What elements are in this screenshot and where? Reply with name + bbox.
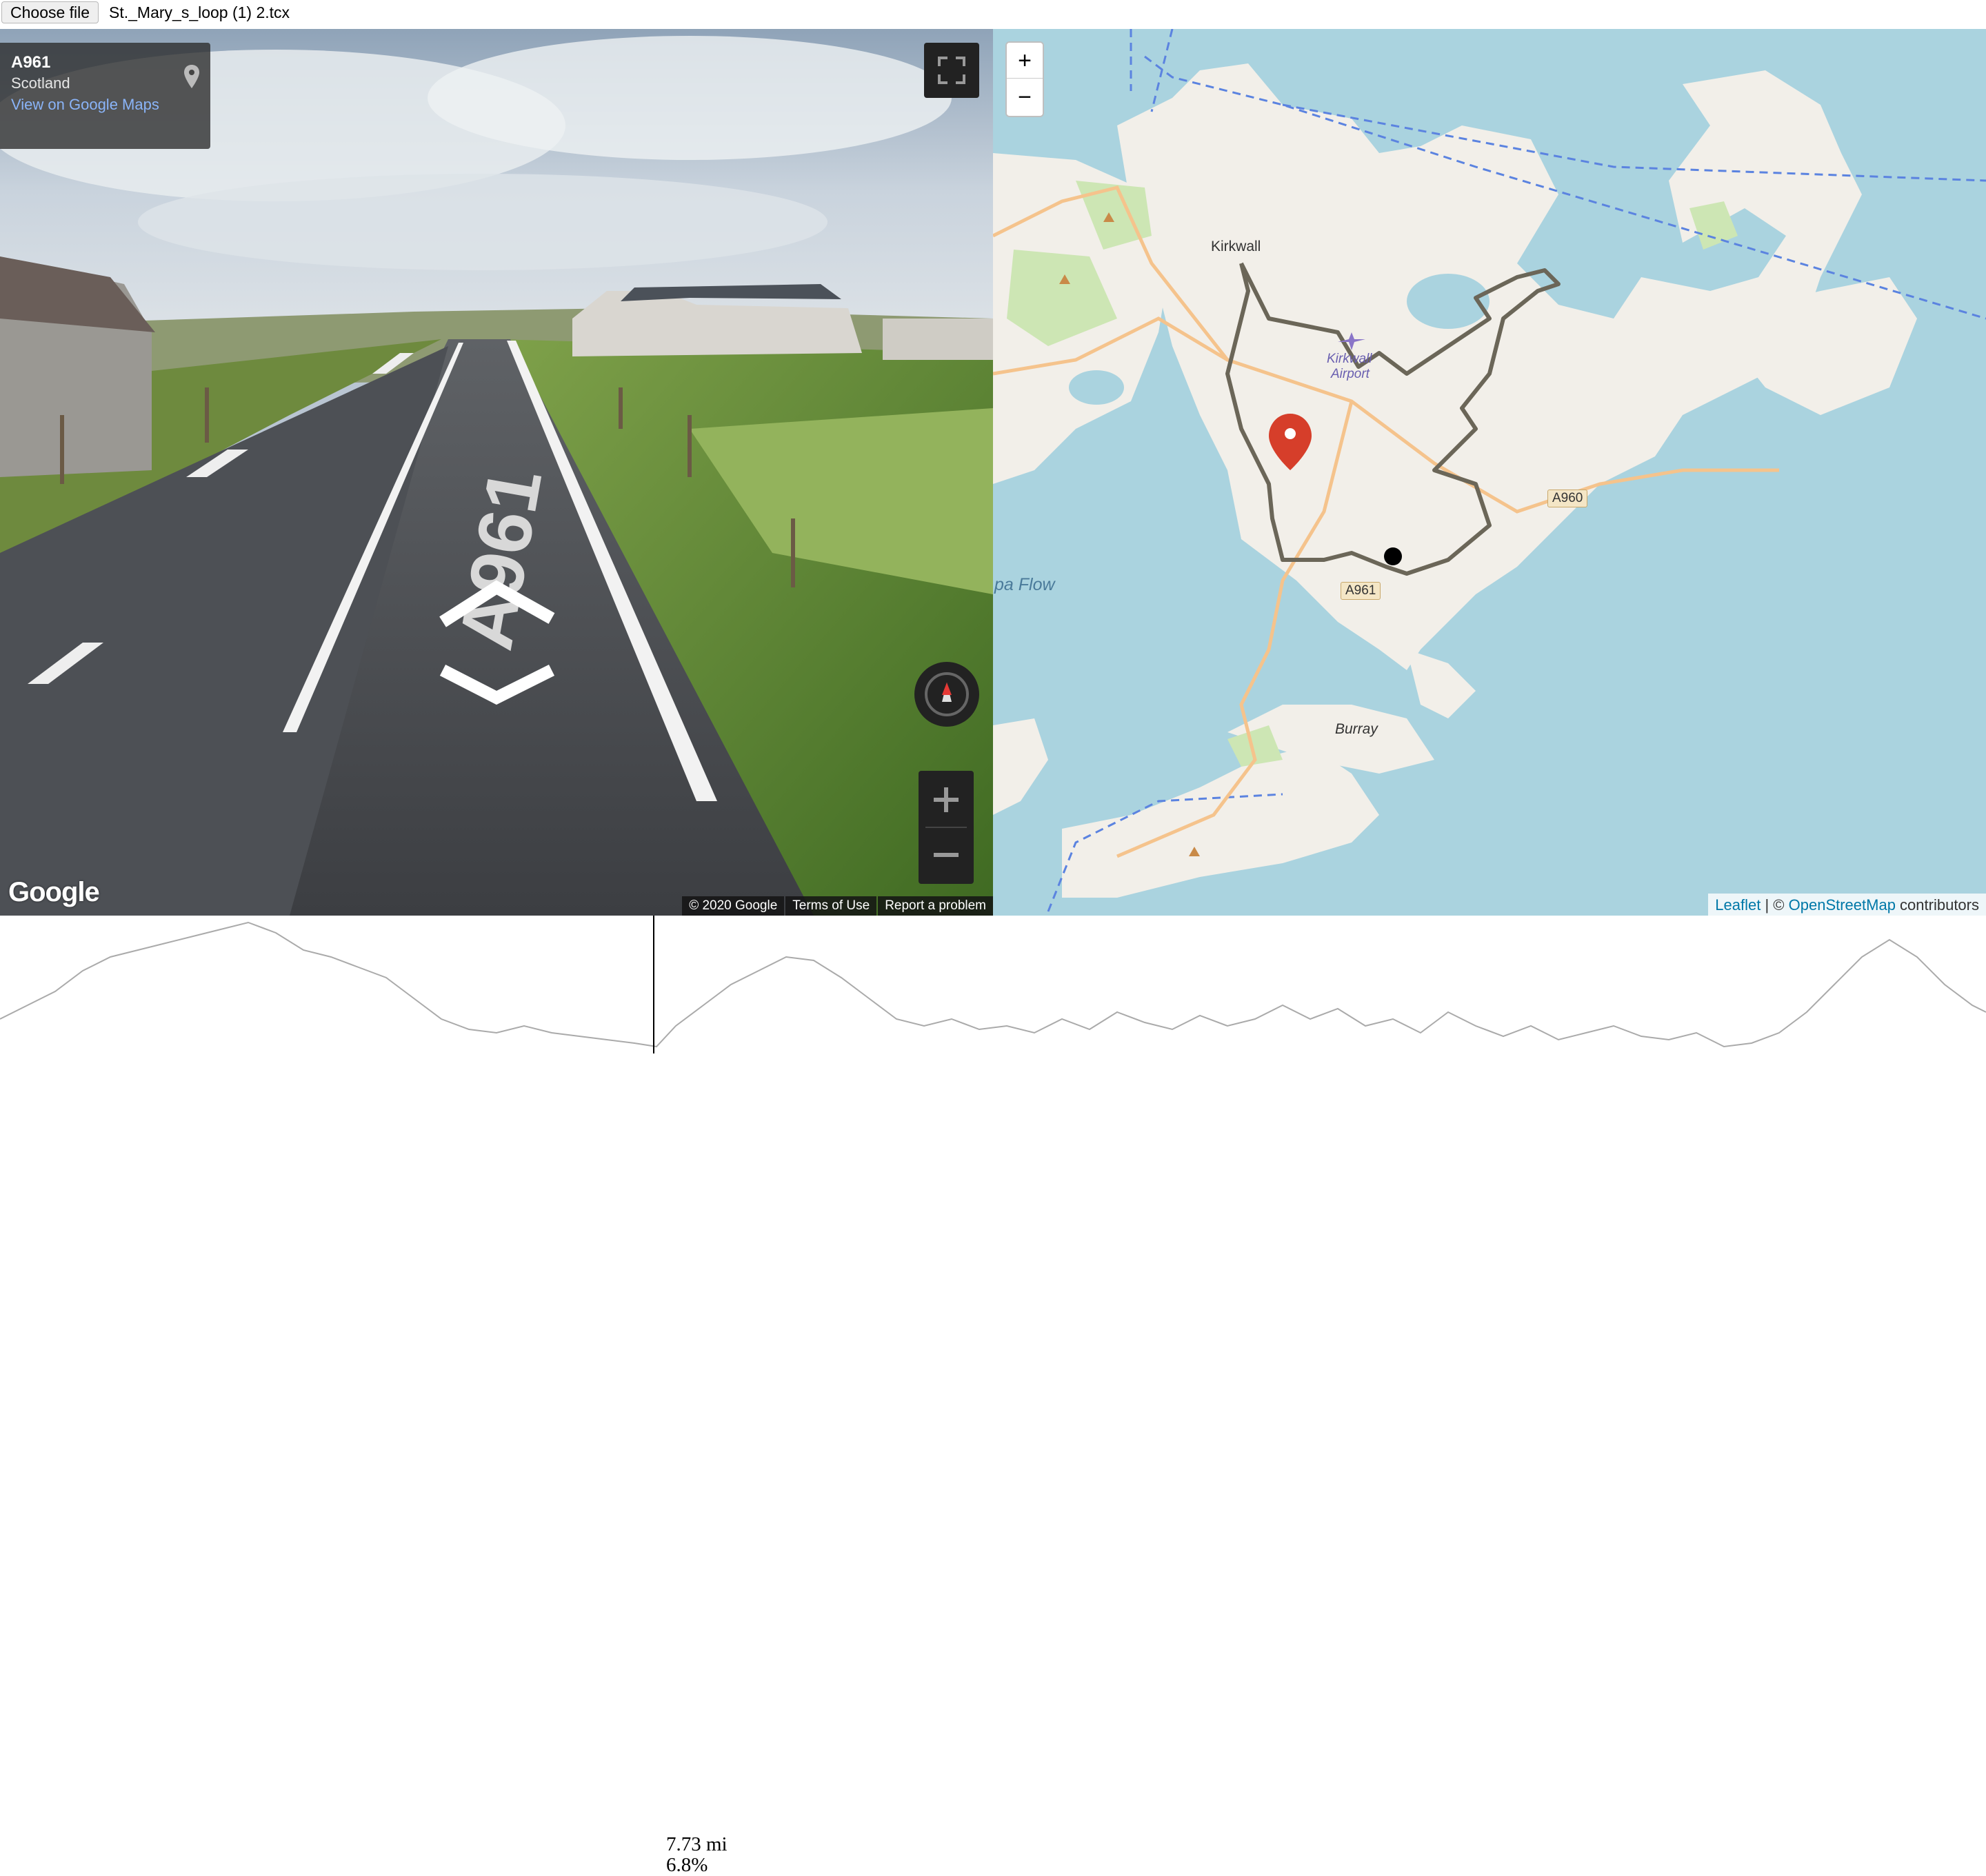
leaflet-link[interactable]: Leaflet <box>1715 896 1761 914</box>
osm-link[interactable]: OpenStreetMap <box>1789 896 1896 914</box>
terms-link[interactable]: Terms of Use <box>785 896 877 916</box>
plus-icon[interactable] <box>934 787 959 812</box>
report-problem-link[interactable]: Report a problem <box>878 896 993 916</box>
shield-a961: A961 <box>1341 582 1381 600</box>
profile-readout: 7.73 mi 6.8% <box>666 1834 728 1875</box>
fullscreen-icon <box>938 57 965 84</box>
copyright-text: © 2020 Google <box>682 896 785 916</box>
compass-button[interactable] <box>914 662 979 727</box>
attribution-separator: | © <box>1761 896 1789 914</box>
street-view-footer: © 2020 Google Terms of Use Report a prob… <box>682 896 993 916</box>
street-view-panel[interactable]: A961 A961 Scotland View on Google Maps G… <box>0 29 993 916</box>
compass-icon <box>925 672 969 716</box>
region-name: Scotland <box>11 74 70 92</box>
map-zoom-out-button[interactable]: − <box>1007 79 1043 115</box>
distance-readout: 7.73 mi <box>666 1833 728 1855</box>
position-dot <box>1384 547 1402 565</box>
label-airport-line1: Kirkwall <box>1327 352 1372 366</box>
pin-icon[interactable] <box>183 63 201 91</box>
view-on-google-maps-link[interactable]: View on Google Maps <box>11 94 199 116</box>
map-zoom-control: + − <box>1005 41 1044 117</box>
route-map[interactable]: Kirkwall Kirkwall Airport Burray pa Flow… <box>993 29 1986 916</box>
grade-readout: 6.8% <box>666 1854 708 1876</box>
elevation-line <box>0 921 1986 1048</box>
street-view-zoom <box>919 771 974 884</box>
fullscreen-button[interactable] <box>924 43 979 98</box>
elevation-chart[interactable] <box>0 916 1986 1053</box>
selected-file-name: St._Mary_s_loop (1) 2.tcx <box>109 3 290 21</box>
label-scapa-flow: pa Flow <box>994 575 1055 594</box>
label-kirkwall: Kirkwall <box>1211 239 1261 254</box>
map-tiles[interactable] <box>993 29 1986 916</box>
choose-file-button[interactable]: Choose file <box>1 1 99 23</box>
road-name: A961 <box>11 53 51 72</box>
shield-a960: A960 <box>1547 490 1588 507</box>
location-card: A961 Scotland View on Google Maps <box>0 43 210 149</box>
elevation-profile[interactable]: 7.73 mi 6.8% <box>0 916 1986 1875</box>
street-view-image[interactable]: A961 <box>0 29 993 916</box>
label-burray: Burray <box>1335 721 1378 737</box>
file-input-bar: Choose file St._Mary_s_loop (1) 2.tcx <box>0 0 1986 28</box>
map-attribution: Leaflet | © OpenStreetMap contributors <box>1708 894 1986 916</box>
label-airport-line2: Airport <box>1331 367 1370 381</box>
google-logo: Google <box>8 877 100 907</box>
attribution-suffix: contributors <box>1895 896 1979 914</box>
map-zoom-in-button[interactable]: + <box>1007 43 1043 79</box>
